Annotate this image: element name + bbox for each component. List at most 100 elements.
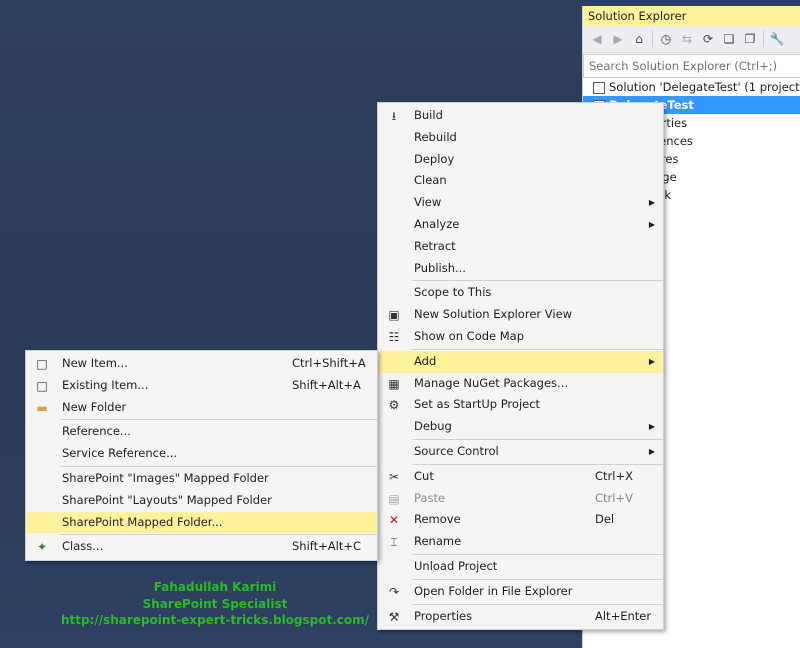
menu-item-remove[interactable]: ✕ Remove Del <box>378 509 663 531</box>
menu-item-cut[interactable]: ✂ Cut Ctrl+X <box>378 466 663 488</box>
menu-item-label: New Solution Explorer View <box>414 307 573 322</box>
pending-changes-icon[interactable]: ◷ <box>658 31 674 47</box>
home-icon[interactable]: ⌂ <box>631 31 647 47</box>
menu-item-class[interactable]: ✦ Class... Shift+Alt+C <box>26 536 377 558</box>
menu-item-label: SharePoint "Images" Mapped Folder <box>62 470 269 485</box>
menu-item-shortcut: Shift+Alt+A <box>292 377 361 392</box>
menu-item-shortcut: Alt+Enter <box>595 608 652 623</box>
credit-url[interactable]: http://sharepoint-expert-tricks.blogspot… <box>60 612 370 629</box>
new-item-icon: □ <box>36 357 48 371</box>
menu-item-label: Remove <box>414 512 461 527</box>
class-icon: ✦ <box>36 540 48 555</box>
menu-item-label: New Folder <box>62 399 127 414</box>
menu-item-label: New Item... <box>62 356 128 370</box>
menu-item-label: Source Control <box>414 443 499 458</box>
menu-item-clean[interactable]: Clean <box>378 170 663 192</box>
menu-separator <box>412 578 663 580</box>
menu-item-source-control[interactable]: Source Control ▶ <box>378 441 663 463</box>
menu-item-paste[interactable]: ▤ Paste Ctrl+V <box>378 488 663 510</box>
menu-item-set-as-startup-project[interactable]: ⚙ Set as StartUp Project <box>378 394 663 416</box>
credit-role: SharePoint Specialist <box>142 596 288 611</box>
menu-item-new-folder[interactable]: ▬ New Folder <box>26 397 377 419</box>
menu-item-analyze[interactable]: Analyze ▶ <box>378 214 663 236</box>
menu-item-build[interactable]: ⭳ Build <box>378 105 663 127</box>
solution-icon <box>593 81 605 94</box>
new-view-icon: ▣ <box>388 308 400 323</box>
menu-item-sharepoint-mapped-folder[interactable]: SharePoint Mapped Folder... <box>26 511 377 534</box>
menu-item-label: Reference... <box>62 424 131 439</box>
copy-icon[interactable]: ❐ <box>742 31 758 47</box>
menu-item-sharepoint-layouts-mapped-folder[interactable]: SharePoint "Layouts" Mapped Folder <box>26 490 377 512</box>
menu-item-label: Unload Project <box>414 558 498 573</box>
menu-item-existing-item[interactable]: □ Existing Item... Shift+Alt+A <box>26 375 377 397</box>
wrench-icon: ⚒ <box>388 609 400 624</box>
rename-icon: ⌶ <box>390 535 398 550</box>
back-icon[interactable]: ◀ <box>589 31 605 47</box>
wrench-icon[interactable]: 🔧 <box>769 31 785 47</box>
menu-item-label: Build <box>414 108 443 122</box>
menu-item-debug[interactable]: Debug ▶ <box>378 416 663 438</box>
menu-item-rebuild[interactable]: Rebuild <box>378 127 663 149</box>
submenu-arrow-icon: ▶ <box>648 422 655 432</box>
menu-separator <box>412 463 663 465</box>
menu-item-properties[interactable]: ⚒ Properties Alt+Enter <box>378 606 663 628</box>
menu-item-label: Publish... <box>414 260 466 275</box>
menu-item-publish[interactable]: Publish... <box>378 258 663 280</box>
submenu-arrow-icon: ▶ <box>648 219 655 229</box>
menu-item-label: Cut <box>414 468 434 483</box>
folder-icon: ▬ <box>36 400 48 415</box>
menu-item-label: Rename <box>414 534 462 549</box>
credit-name: Fahadullah Karimi <box>153 580 277 594</box>
menu-item-label: Existing Item... <box>62 377 149 392</box>
solution-explorer-search-input[interactable]: Search Solution Explorer (Ctrl+;) <box>583 54 800 78</box>
scissors-icon: ✂ <box>388 469 400 484</box>
menu-item-label: Open Folder in File Explorer <box>414 583 573 598</box>
menu-item-new-solution-explorer-view[interactable]: ▣ New Solution Explorer View <box>378 304 663 326</box>
menu-item-label: Deploy <box>414 151 455 166</box>
menu-separator <box>412 280 663 282</box>
menu-item-new-item[interactable]: □ New Item... Ctrl+Shift+A <box>26 353 377 375</box>
refresh-icon[interactable]: ⟳ <box>700 31 716 47</box>
menu-item-view[interactable]: View ▶ <box>378 192 663 214</box>
menu-item-add[interactable]: Add ▶ <box>378 350 663 373</box>
solution-explorer-toolbar: ◀ ▶ ⌂ ◷ ⇆ ⟳ ❏ ❐ 🔧 <box>583 26 800 53</box>
menu-item-open-folder-in-file-explorer[interactable]: ↷ Open Folder in File Explorer <box>378 581 663 603</box>
menu-separator <box>412 553 663 555</box>
menu-item-deploy[interactable]: Deploy <box>378 149 663 171</box>
menu-item-label: Class... <box>62 539 104 554</box>
menu-item-label: View <box>414 195 442 210</box>
menu-item-label: Paste <box>414 490 446 505</box>
menu-item-show-on-code-map[interactable]: ☷ Show on Code Map <box>378 326 663 348</box>
code-map-icon: ☷ <box>388 329 400 344</box>
existing-item-icon: □ <box>36 378 48 393</box>
menu-item-rename[interactable]: ⌶ Rename <box>378 531 663 553</box>
menu-item-unload-project[interactable]: Unload Project <box>378 556 663 578</box>
forward-icon[interactable]: ▶ <box>610 31 626 47</box>
paste-icon: ▤ <box>388 491 400 506</box>
collapse-all-icon[interactable]: ❏ <box>721 31 737 47</box>
solution-explorer-title: Solution Explorer <box>583 6 800 26</box>
menu-item-manage-nuget-packages[interactable]: ▦ Manage NuGet Packages... <box>378 373 663 395</box>
menu-item-label: SharePoint "Layouts" Mapped Folder <box>62 492 272 507</box>
menu-item-shortcut: Shift+Alt+C <box>292 539 362 554</box>
menu-item-label: Show on Code Map <box>414 328 525 343</box>
remove-x-icon: ✕ <box>388 513 400 528</box>
menu-separator <box>412 438 663 440</box>
menu-separator <box>412 603 663 605</box>
author-credit: Fahadullah Karimi SharePoint Specialist … <box>60 579 370 629</box>
menu-item-shortcut: Ctrl+V <box>595 490 633 505</box>
menu-item-label: Properties <box>414 608 473 623</box>
sync-icon[interactable]: ⇆ <box>679 31 695 47</box>
tree-node-solution[interactable]: Solution 'DelegateTest' (1 project) <box>583 78 800 96</box>
submenu-arrow-icon: ▶ <box>648 356 655 366</box>
menu-item-retract[interactable]: Retract <box>378 236 663 258</box>
menu-item-scope-to-this[interactable]: Scope to This <box>378 282 663 304</box>
open-folder-arrow-icon: ↷ <box>388 584 400 599</box>
nuget-icon: ▦ <box>388 376 400 391</box>
toolbar-separator <box>652 31 653 47</box>
menu-item-sharepoint-images-mapped-folder[interactable]: SharePoint "Images" Mapped Folder <box>26 468 377 490</box>
menu-item-service-reference[interactable]: Service Reference... <box>26 443 377 465</box>
menu-item-reference[interactable]: Reference... <box>26 421 377 443</box>
menu-item-label: Add <box>414 353 437 368</box>
menu-item-label: Debug <box>414 419 452 434</box>
